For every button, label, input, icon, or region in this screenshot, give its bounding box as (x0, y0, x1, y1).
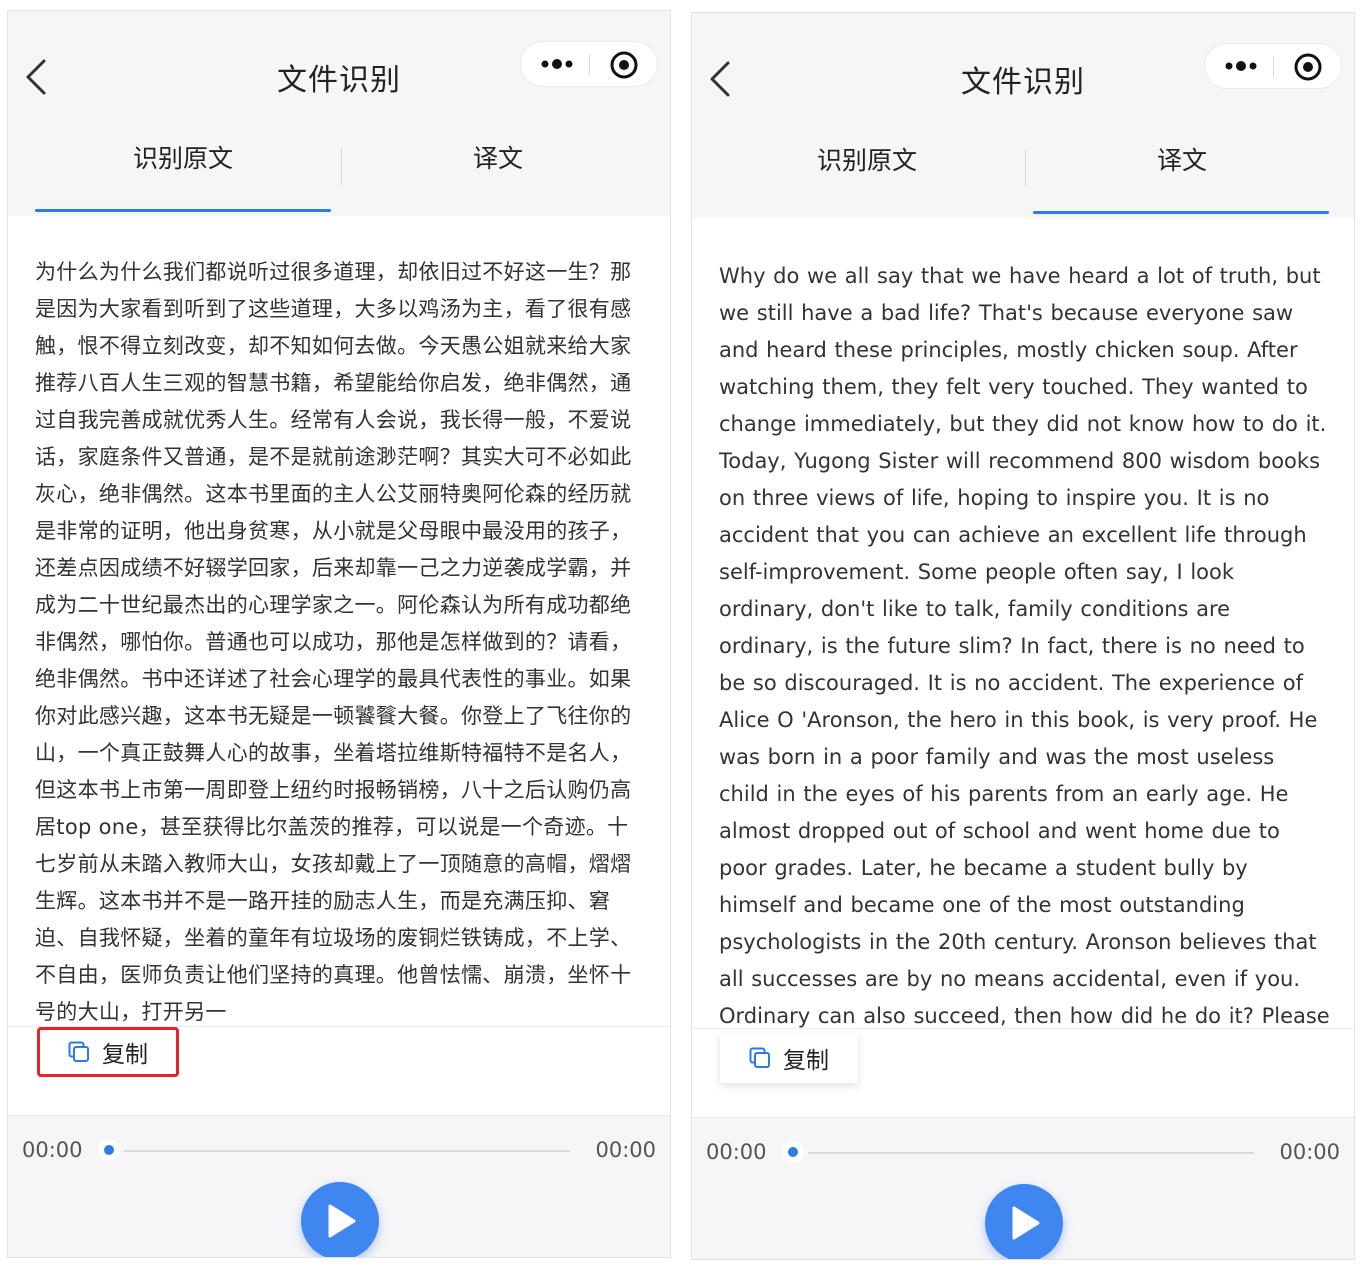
copy-label: 复制 (102, 1042, 148, 1068)
translated-text-area[interactable]: Why do we all say that we have heard a l… (692, 218, 1354, 1028)
mini-program-capsule (520, 41, 658, 87)
copy-icon (749, 1047, 770, 1068)
tab-translation[interactable]: 译文 (348, 139, 648, 175)
tab-divider (1025, 149, 1026, 187)
recognized-text-area[interactable]: 为什么为什么我们都说听过很多道理，却依旧过不好这一生？那是因为大家看到听到了这些… (8, 216, 670, 1026)
tab-translation[interactable]: 译文 (1032, 141, 1332, 177)
audio-player: 00:00 00:00 (8, 1116, 670, 1257)
copy-label: 复制 (783, 1048, 829, 1074)
elapsed-time: 00:00 (22, 1138, 83, 1162)
total-time: 00:00 (595, 1138, 656, 1162)
target-circle-icon[interactable] (609, 50, 639, 80)
tab-original[interactable]: 识别原文 (33, 139, 333, 175)
progress-knob[interactable] (788, 1147, 798, 1157)
header: 文件识别 识别原文 译文 (8, 11, 670, 216)
capsule-divider (1273, 56, 1274, 78)
translated-text: Why do we all say that we have heard a l… (719, 264, 1330, 1028)
mini-program-capsule (1204, 43, 1342, 89)
target-circle-icon[interactable] (1293, 52, 1323, 82)
tab-divider (341, 147, 342, 185)
copy-button[interactable]: 复制 (37, 1027, 179, 1077)
progress-knob[interactable] (104, 1145, 114, 1155)
left-phone-screen: 文件识别 识别原文 译文 为什么为什么我们都说听过很多道理，却依旧过不好这一生？… (7, 10, 671, 1258)
copy-button[interactable]: 复制 (720, 1033, 858, 1083)
play-icon (328, 1204, 356, 1238)
divider (692, 1028, 1354, 1029)
header: 文件识别 识别原文 译文 (692, 13, 1354, 218)
copy-icon (68, 1041, 89, 1062)
play-button[interactable] (301, 1182, 379, 1257)
total-time: 00:00 (1279, 1140, 1340, 1164)
more-dots-icon[interactable] (539, 52, 579, 76)
active-tab-indicator (35, 209, 331, 212)
progress-track[interactable] (808, 1152, 1254, 1154)
tab-original[interactable]: 识别原文 (717, 141, 1017, 177)
recognized-text: 为什么为什么我们都说听过很多道理，却依旧过不好这一生？那是因为大家看到听到了这些… (35, 260, 632, 1024)
active-tab-indicator (1033, 211, 1329, 214)
progress-track[interactable] (124, 1150, 570, 1152)
capsule-divider (589, 54, 590, 76)
play-icon (1012, 1206, 1040, 1240)
more-dots-icon[interactable] (1223, 54, 1263, 78)
right-phone-screen: 文件识别 识别原文 译文 Why do we all say that we h… (691, 12, 1355, 1260)
elapsed-time: 00:00 (706, 1140, 767, 1164)
play-button[interactable] (985, 1184, 1063, 1259)
audio-player: 00:00 00:00 (692, 1118, 1354, 1259)
